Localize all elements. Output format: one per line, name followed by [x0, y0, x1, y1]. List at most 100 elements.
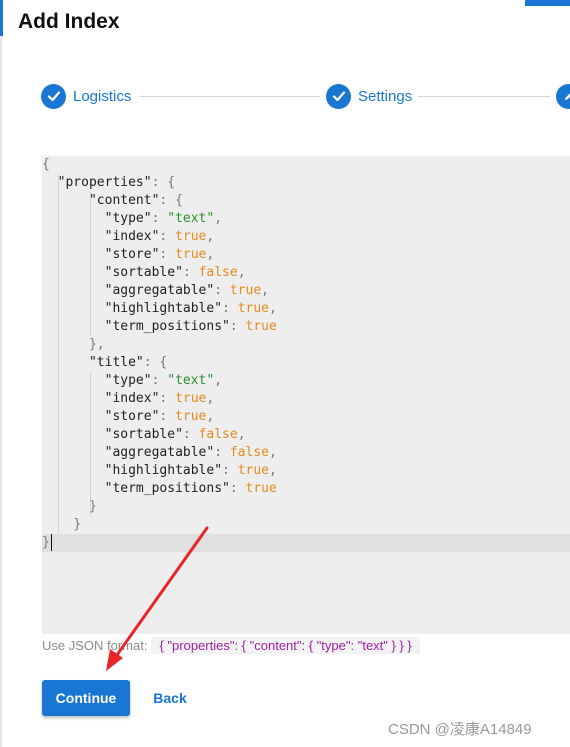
code-token: "sortable"	[104, 265, 183, 280]
code-token: "content"	[88, 193, 160, 208]
code-token: true	[175, 391, 207, 406]
code-token: :	[159, 391, 176, 406]
code-content[interactable]: { "properties": { "content": { "type": "…	[42, 156, 570, 552]
watermark: CSDN @凌康A14849	[388, 721, 532, 738]
code-token: "aggregatable"	[104, 445, 215, 460]
code-token: ,	[214, 211, 223, 226]
check-icon	[326, 83, 351, 109]
code-token: :	[214, 283, 230, 298]
left-rail-marker	[0, 0, 3, 36]
code-token: :	[159, 409, 176, 424]
continue-button[interactable]: Continue	[42, 680, 130, 716]
code-token: "properties"	[57, 175, 152, 190]
code-token: true	[245, 319, 277, 334]
step-logistics[interactable]: Logistics	[41, 80, 131, 112]
check-icon	[41, 83, 66, 109]
code-token: true	[175, 229, 207, 244]
code-token: },	[88, 337, 105, 352]
code-token: "text"	[167, 373, 215, 388]
top-accent-bar	[525, 0, 570, 6]
code-token: ,	[206, 391, 215, 406]
code-line: "highlightable": true,	[42, 300, 570, 318]
code-token: true	[245, 481, 277, 496]
code-token: :	[151, 211, 168, 226]
code-token: "type"	[104, 211, 152, 226]
code-token: "sortable"	[104, 427, 183, 442]
code-line: }	[42, 534, 570, 552]
code-line: "type": "text",	[42, 372, 570, 390]
code-token: "type"	[104, 373, 152, 388]
code-token: ,	[261, 283, 269, 298]
code-token: ,	[206, 229, 215, 244]
code-token: "title"	[88, 355, 144, 370]
code-token: true	[175, 409, 207, 424]
code-token: ,	[214, 373, 223, 388]
code-token: :	[159, 247, 176, 262]
text-cursor	[50, 534, 52, 551]
code-token: "index"	[104, 229, 160, 244]
code-line: "aggregatable": true,	[42, 282, 570, 300]
format-hint: Use JSON format: { "properties": { "cont…	[42, 637, 420, 654]
hint-label: Use JSON format:	[42, 638, 148, 653]
code-token: false	[229, 445, 269, 460]
code-line: "sortable": false,	[42, 264, 570, 282]
code-token: true	[237, 301, 269, 316]
code-token: ,	[269, 445, 277, 460]
code-line: "sortable": false,	[42, 426, 570, 444]
code-token: "store"	[104, 247, 160, 262]
step-mappings[interactable]	[556, 80, 570, 112]
step-label: Logistics	[73, 87, 132, 105]
step-connector	[418, 96, 550, 97]
code-token: ,	[269, 463, 277, 478]
code-line: "properties": {	[42, 174, 570, 192]
step-connector	[140, 96, 320, 97]
code-line: },	[42, 336, 570, 354]
code-token: true	[237, 463, 269, 478]
dialog-title: Add Index	[18, 10, 120, 33]
code-token: :	[222, 463, 238, 478]
back-button[interactable]: Back	[140, 680, 200, 716]
code-line: "content": {	[42, 192, 570, 210]
code-token: :	[229, 481, 246, 496]
code-token: false	[198, 427, 238, 442]
code-token: true	[229, 283, 262, 298]
code-line: {	[42, 156, 570, 174]
code-line: "term_positions": true	[42, 318, 570, 336]
code-token: :	[214, 445, 230, 460]
code-token: :	[159, 229, 176, 244]
code-line: "title": {	[42, 354, 570, 372]
code-token: :	[182, 427, 199, 442]
code-token: :	[229, 319, 246, 334]
code-token: ,	[206, 409, 215, 424]
code-token: }	[42, 535, 50, 550]
step-settings[interactable]: Settings	[326, 80, 412, 112]
hint-example: { "properties": { "content": { "type": "…	[151, 637, 420, 654]
code-line: "aggregatable": false,	[42, 444, 570, 462]
json-editor[interactable]: { "properties": { "content": { "type": "…	[42, 156, 570, 634]
code-token: }	[88, 499, 97, 514]
code-line: "index": true,	[42, 228, 570, 246]
code-token: : {	[151, 175, 176, 190]
code-token: {	[42, 157, 50, 172]
code-token: false	[198, 265, 238, 280]
code-token: : {	[159, 193, 183, 208]
code-token: ,	[269, 301, 277, 316]
step-label: Settings	[358, 87, 413, 105]
code-token: "text"	[167, 211, 215, 226]
code-token: :	[182, 265, 199, 280]
